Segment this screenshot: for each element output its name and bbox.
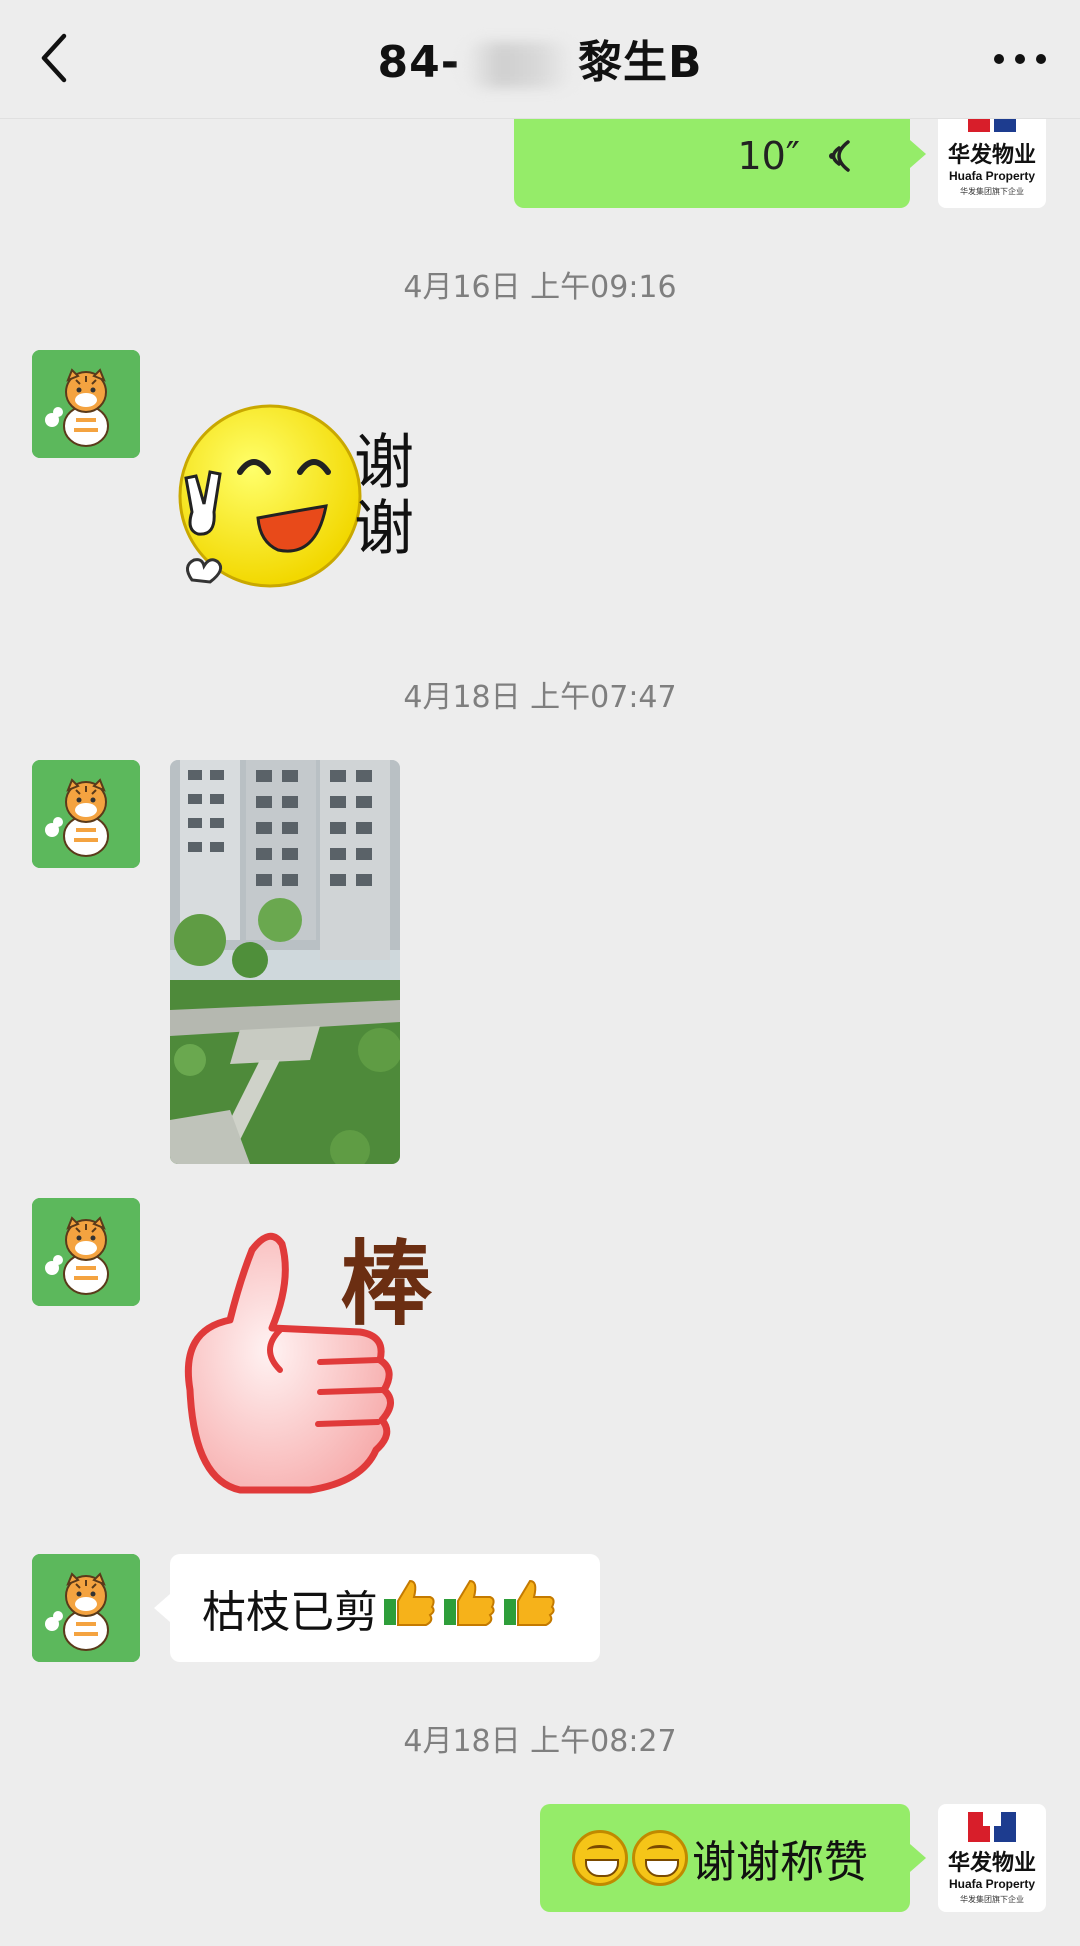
logo-tagline-text: 华发集团旗下企业 [960,186,1024,196]
thumbs-up-emoji-icon [502,1575,558,1642]
more-dot [1036,54,1046,64]
photo-message[interactable] [170,760,400,1164]
logo-cn-text: 华发物业 [948,142,1036,167]
contact-avatar[interactable] [32,1198,140,1306]
message-text: 枯枝已剪 [202,1587,378,1638]
garden-photo-image [170,760,400,1164]
timestamp: 4月18日 上午08:27 [403,1724,677,1759]
tiger-avatar-icon [32,350,140,458]
bubble-tail [154,1594,170,1622]
voice-wave-icon [829,140,850,172]
bubble-tail [910,140,926,168]
received-text-bubble[interactable]: 枯枝已剪 [170,1554,600,1662]
my-avatar[interactable]: 华发物业 Huafa Property 华发集团旗下企业 [938,104,1046,208]
sticker-text-line: 谢 [354,496,414,562]
chat-header: 84- 黎生B [0,0,1080,119]
thumbs-up-emoji-icon [442,1575,498,1642]
sticker-text-line: 谢 [354,430,414,496]
bubble-tail [910,1844,926,1872]
back-button[interactable] [30,28,90,88]
timestamp: 4月16日 上午09:16 [403,270,677,305]
tiger-avatar-icon [32,760,140,868]
logo-en-text: Huafa Property [949,169,1035,183]
logo-cn-text: 华发物业 [948,1850,1036,1875]
message-text: 谢谢称赞 [692,1837,868,1888]
sticker-text: 棒 [340,1234,433,1336]
grinning-face-emoji-icon [572,1830,628,1886]
my-avatar[interactable]: 华发物业 Huafa Property 华发集团旗下企业 [938,1804,1046,1912]
grinning-face-emoji-icon [632,1830,688,1886]
tiger-avatar-icon [32,1554,140,1662]
sent-text-bubble[interactable]: 谢谢称赞 [540,1804,910,1912]
chat-title: 84- 黎生B [240,26,840,90]
contact-avatar[interactable] [32,350,140,458]
more-options-button[interactable] [980,30,1060,84]
huafa-logo-icon: 华发物业 Huafa Property 华发集团旗下企业 [948,1812,1036,1904]
tiger-avatar-icon [32,1198,140,1306]
chat-title-prefix: 84- [377,37,460,88]
thumbs-up-emoji-icon [382,1575,438,1642]
chat-title-suffix: 黎生B [577,37,703,88]
contact-avatar[interactable] [32,1554,140,1662]
contact-avatar[interactable] [32,760,140,868]
logo-en-text: Huafa Property [949,1877,1035,1891]
voice-message-bubble[interactable]: 10″ [514,104,910,208]
chevron-left-icon [41,33,67,83]
voice-duration: 10″ [737,134,800,178]
huafa-logo-icon: 华发物业 Huafa Property 华发集团旗下企业 [948,104,1036,196]
timestamp: 4月18日 上午07:47 [403,680,677,715]
more-dot [994,54,1004,64]
thanks-sticker[interactable]: 谢 谢 [170,400,440,600]
great-sticker[interactable]: 棒 [170,1220,460,1510]
more-dot [1015,54,1025,64]
redacted-name [463,42,574,88]
logo-tagline-text: 华发集团旗下企业 [960,1894,1024,1904]
